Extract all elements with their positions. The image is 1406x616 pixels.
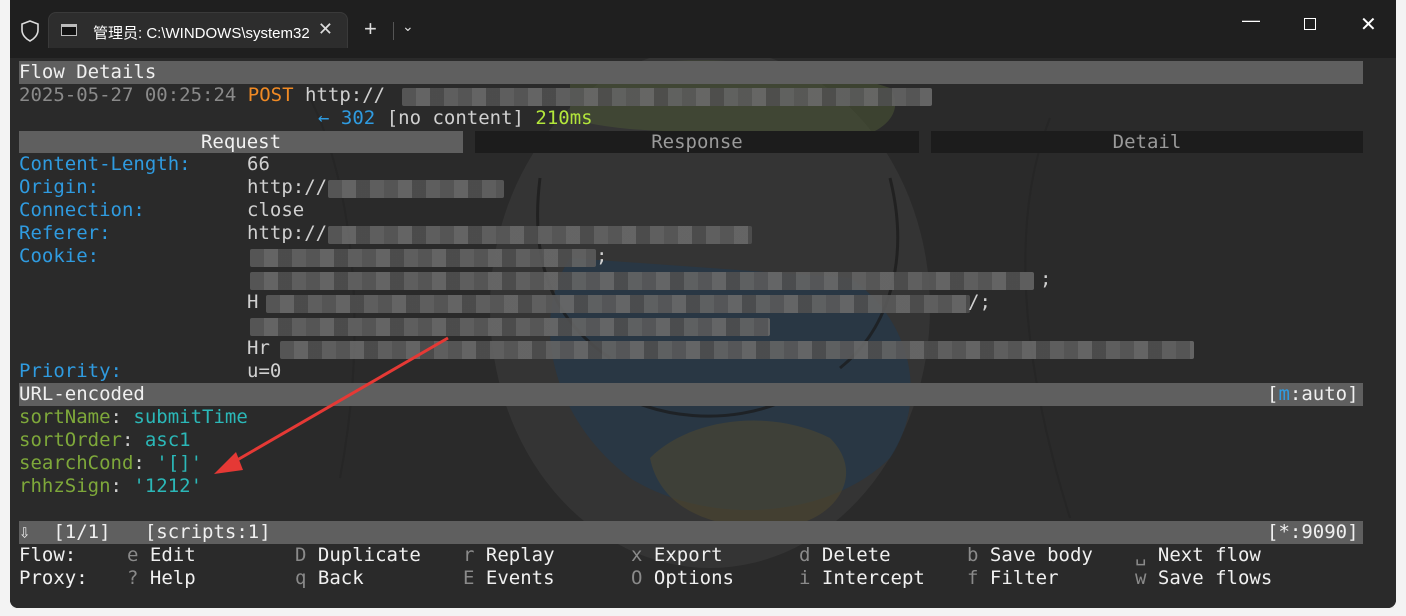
shortcut-key: w — [1135, 567, 1147, 589]
shortcut-label: Save flows — [1157, 567, 1273, 589]
title-bar: 管理员: C:\WINDOWS\system32 ✕ + ⌄ — ✕ — [10, 0, 1396, 58]
shortcut-events[interactable]: E Events — [463, 567, 555, 590]
shortcut-help[interactable]: ? Help — [127, 567, 196, 590]
chevron-down-icon[interactable]: ⌄ — [402, 18, 414, 35]
shortcut-label: Duplicate — [317, 544, 421, 566]
shortcut-replay[interactable]: r Replay — [463, 544, 555, 567]
shortcut-key: r — [463, 544, 475, 566]
terminal-content[interactable]: Flow Details 2025-05-27 00:25:24 POST ht… — [10, 58, 1396, 608]
shortcut-key: e — [127, 544, 139, 566]
shortcut-label: Intercept — [821, 567, 925, 589]
status-bar-left: ⇩ [1/1] [scripts:1] — [19, 521, 271, 543]
shortcut-label: Next flow — [1157, 544, 1261, 566]
status-bar-port: [*:9090] — [1267, 521, 1359, 543]
terminal-icon — [61, 24, 77, 36]
shortcut-save-flows[interactable]: w Save flows — [1135, 567, 1272, 590]
shortcut-delete[interactable]: d Delete — [799, 544, 891, 567]
shortcut-filter[interactable]: f Filter — [967, 567, 1059, 590]
shortcut-key: ? — [127, 567, 139, 589]
close-tab-icon[interactable]: ✕ — [318, 19, 333, 40]
tab-terminal[interactable]: 管理员: C:\WINDOWS\system32 ✕ — [48, 12, 348, 48]
shield-icon[interactable] — [20, 20, 40, 42]
shortcut-export[interactable]: x Export — [631, 544, 723, 567]
shortcut-label: Export — [653, 544, 723, 566]
terminal-window: 管理员: C:\WINDOWS\system32 ✕ + ⌄ — ✕ Flow … — [10, 0, 1396, 608]
shortcut-key: q — [295, 567, 307, 589]
shortcut-key: b — [967, 544, 979, 566]
shortcut-intercept[interactable]: i Intercept — [799, 567, 925, 590]
shortcut-key: i — [799, 567, 811, 589]
shortcut-label: Options — [653, 567, 734, 589]
shortcut-label: Help — [149, 567, 196, 589]
shortcut-key: d — [799, 544, 811, 566]
shortcut-key: O — [631, 567, 643, 589]
tab-title: 管理员: C:\WINDOWS\system32 — [93, 25, 309, 42]
shortcut-save-body[interactable]: b Save body — [967, 544, 1093, 567]
shortcut-key: E — [463, 567, 475, 589]
shortcut-next-flow[interactable]: ␣ Next flow — [1135, 544, 1261, 567]
shortcut-label: Replay — [485, 544, 555, 566]
shortcut-options[interactable]: O Options — [631, 567, 734, 590]
shortcut-label-proxy: Proxy: — [19, 567, 88, 589]
shortcut-label-flow: Flow: — [19, 544, 77, 566]
shortcut-key: f — [967, 567, 979, 589]
shortcut-key: x — [631, 544, 643, 566]
shortcut-label: Back — [317, 567, 364, 589]
shortcut-key: ␣ — [1135, 544, 1147, 566]
shortcut-label: Delete — [821, 544, 891, 566]
shortcut-duplicate[interactable]: D Duplicate — [295, 544, 421, 567]
shortcut-label: Filter — [989, 567, 1059, 589]
shortcut-label: Save body — [989, 544, 1093, 566]
maximize-button[interactable] — [1304, 18, 1316, 30]
new-tab-button[interactable]: + — [364, 16, 377, 42]
shortcut-back[interactable]: q Back — [295, 567, 364, 590]
shortcut-edit[interactable]: e Edit — [127, 544, 196, 567]
shortcut-label: Edit — [149, 544, 196, 566]
background-window-edge-bottom — [0, 608, 1406, 616]
shortcut-label: Events — [485, 567, 555, 589]
tab-divider — [393, 22, 394, 40]
close-window-button[interactable]: ✕ — [1360, 12, 1377, 37]
shortcut-key: D — [295, 544, 307, 566]
minimize-button[interactable]: — — [1242, 10, 1260, 31]
